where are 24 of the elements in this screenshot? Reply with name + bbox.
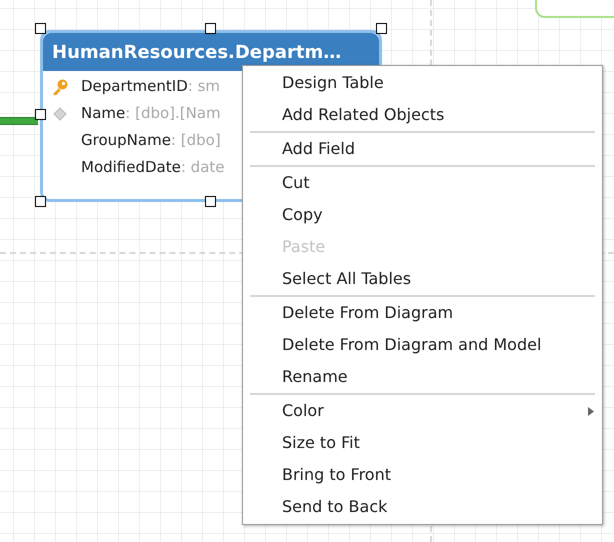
resize-handle[interactable]: [35, 196, 46, 207]
field-row[interactable]: DepartmentID: sm: [81, 75, 220, 98]
menu-item[interactable]: Size to Fit: [250, 427, 595, 459]
resize-handle[interactable]: [205, 23, 216, 34]
resize-handle[interactable]: [376, 23, 387, 34]
key-icon: [51, 78, 69, 96]
menu-item[interactable]: Add Field: [250, 133, 595, 165]
field-row[interactable]: ModifiedDate: date: [81, 156, 225, 179]
menu-item[interactable]: Delete From Diagram and Model: [250, 329, 595, 361]
resize-handle[interactable]: [205, 196, 216, 207]
menu-item[interactable]: Copy: [250, 199, 595, 231]
menu-item[interactable]: Color: [250, 395, 595, 427]
field-row[interactable]: GroupName: [dbo]: [81, 129, 221, 152]
menu-item[interactable]: Select All Tables: [250, 263, 595, 295]
resize-handle[interactable]: [35, 109, 46, 120]
diamond-icon: [53, 106, 67, 120]
resize-handle[interactable]: [35, 23, 46, 34]
menu-item[interactable]: Rename: [250, 361, 595, 393]
table-title: HumanResources.Departm…: [52, 40, 342, 64]
field-row[interactable]: Name: [dbo].[Nam: [81, 102, 221, 125]
relationship-connector: [0, 117, 38, 125]
menu-item[interactable]: Bring to Front: [250, 459, 595, 491]
menu-item[interactable]: Send to Back: [250, 491, 595, 523]
menu-item[interactable]: Delete From Diagram: [250, 297, 595, 329]
